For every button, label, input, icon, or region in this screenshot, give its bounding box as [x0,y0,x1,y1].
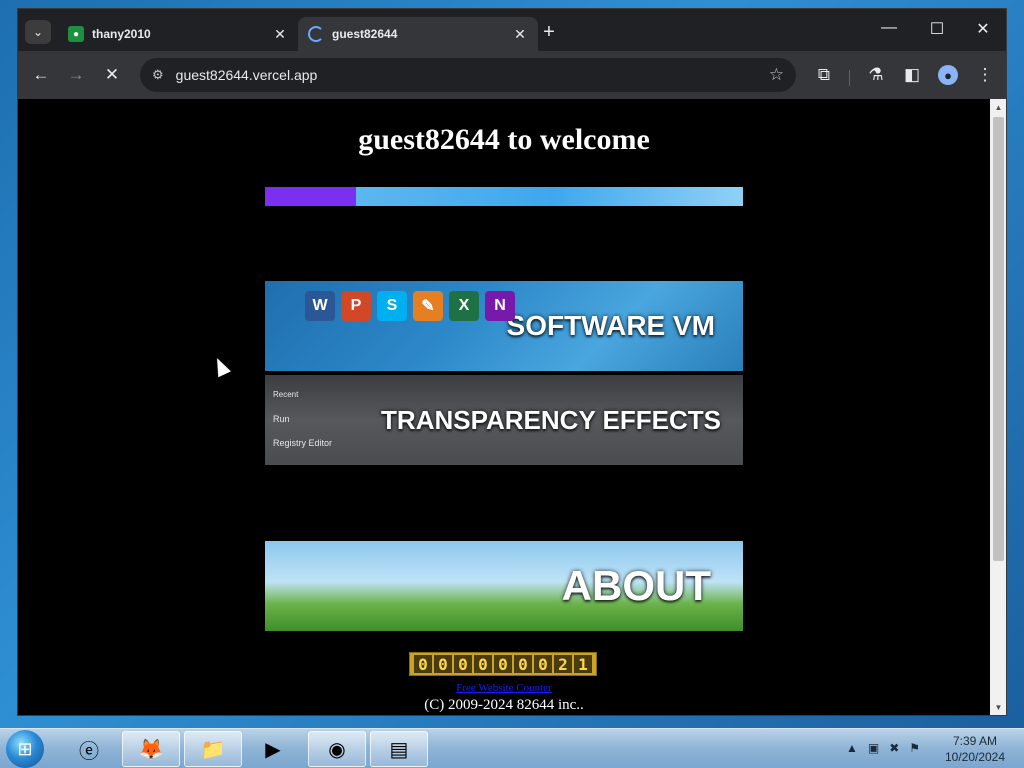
clock-time: 7:39 AM [952,734,998,748]
address-bar[interactable]: ⚙ guest82644.vercel.app ☆ [140,58,796,92]
back-button[interactable]: ← [29,63,53,87]
counter-digit: 0 [494,655,512,674]
menu-icon[interactable]: ⋮ [973,63,997,87]
excel-icon: X [449,291,479,321]
tab-thany2010[interactable]: ● thany2010 ✕ [58,17,298,51]
close-window-button[interactable]: ✕ [968,19,998,39]
powerpoint-icon: P [341,291,371,321]
scrollbar-thumb[interactable] [993,117,1004,561]
clock[interactable]: 7:39 AM 10/20/2024 [940,733,1010,765]
maximize-button[interactable]: ☐ [922,19,952,39]
tab-title: thany2010 [92,27,151,41]
page-scrollbar[interactable]: ▲ ▼ [990,99,1006,715]
tab-guest82644[interactable]: guest82644 ✕ [298,17,538,51]
banner-label: SOFTWARE VM [506,310,715,341]
tab-search-icon[interactable]: ⌄ [25,20,51,44]
banner-label: ABOUT [561,562,711,609]
window-taskbar-icon[interactable]: ▤ [370,731,428,767]
tune-icon[interactable]: ⚙ [152,67,164,83]
system-tray: ▲ ▣ ✖ ⚑ [846,741,920,755]
recent-label: Recent [273,390,299,399]
tab-close-icon[interactable]: ✕ [512,26,528,43]
flag-icon[interactable]: ⚑ [909,741,920,755]
counter-link[interactable]: Free Website Counter [18,682,990,694]
tab-close-icon[interactable]: ✕ [272,26,288,43]
star-icon[interactable]: ☆ [769,65,784,85]
skype-icon: S [377,291,407,321]
banner-label: TRANSPARENCY EFFECTS [381,404,721,435]
paint-icon: ✎ [413,291,443,321]
transparency-effects-banner[interactable]: Recent Run Registry Editor TRANSPARENCY … [265,375,743,465]
counter-digit: 1 [574,655,592,674]
extensions-icon[interactable]: ⧉ [812,63,836,87]
internet-explorer-icon[interactable]: ⓔ [60,731,118,767]
clock-date: 10/20/2024 [944,750,1006,764]
counter-digit: 0 [514,655,532,674]
counter-digit: 2 [554,655,572,674]
onenote-icon: N [485,291,515,321]
browser-toolbar: ← → ✕ ⚙ guest82644.vercel.app ☆ ⧉ ⚗ ◧ ● … [18,51,1006,99]
network-icon[interactable]: ▣ [868,741,879,755]
browser-window: ⌄ ● thany2010 ✕ guest82644 ✕ + — ☐ ✕ ← →… [17,8,1007,716]
start-button[interactable]: ⊞ [6,730,44,768]
recent-panel: Recent Run Registry Editor [273,383,332,455]
page-title: guest82644 to welcome [358,123,650,156]
software-vm-banner[interactable]: W P S ✎ X N SOFTWARE VM [265,281,743,371]
new-tab-button[interactable]: + [538,21,560,44]
stop-loading-button[interactable]: ✕ [100,63,124,87]
file-explorer-icon[interactable]: 📁 [184,731,242,767]
word-icon: W [305,291,335,321]
forward-button[interactable]: → [64,63,88,87]
scroll-up-icon[interactable]: ▲ [990,103,1006,112]
scroll-down-icon[interactable]: ▼ [990,703,1006,712]
labs-icon[interactable]: ⚗ [864,63,888,87]
media-player-icon[interactable]: ▶ [244,731,302,767]
app-icons-group: W P S ✎ X N [305,291,515,321]
visitor-counter: 0 0 0 0 0 0 0 2 1 [409,652,597,676]
top-banner-strip[interactable] [265,187,743,206]
tab-strip: ⌄ ● thany2010 ✕ guest82644 ✕ + — ☐ ✕ [18,9,1006,51]
counter-digit: 0 [534,655,552,674]
taskbar: ⊞ ⓔ 🦊 📁 ▶ ◉ ▤ ▲ ▣ ✖ ⚑ 7:39 AM 10/20/2024 [0,728,1024,768]
page-viewport: guest82644 to welcome W P S ✎ X N SOFTWA… [18,99,990,715]
counter-digit: 0 [434,655,452,674]
tab-title: guest82644 [332,27,398,41]
favicon-icon: ● [68,26,84,42]
tray-expand-icon[interactable]: ▲ [846,741,858,755]
volume-muted-icon[interactable]: ✖ [889,741,899,755]
about-banner[interactable]: ABOUT [265,541,743,631]
counter-digit: 0 [414,655,432,674]
browser-taskbar-icon[interactable]: ◉ [308,731,366,767]
loading-icon [308,26,324,42]
firefox-icon[interactable]: 🦊 [122,731,180,767]
profile-icon[interactable]: ● [938,65,958,85]
sidebar-icon[interactable]: ◧ [900,63,924,87]
counter-digit: 0 [454,655,472,674]
registry-editor-item: Registry Editor [273,438,333,448]
run-item: Run [273,414,290,424]
minimize-button[interactable]: — [874,19,904,37]
toolbar-divider [849,70,850,86]
copyright-text: (C) 2009-2024 82644 inc.. [424,697,584,713]
url-text: guest82644.vercel.app [175,67,318,83]
counter-digit: 0 [474,655,492,674]
